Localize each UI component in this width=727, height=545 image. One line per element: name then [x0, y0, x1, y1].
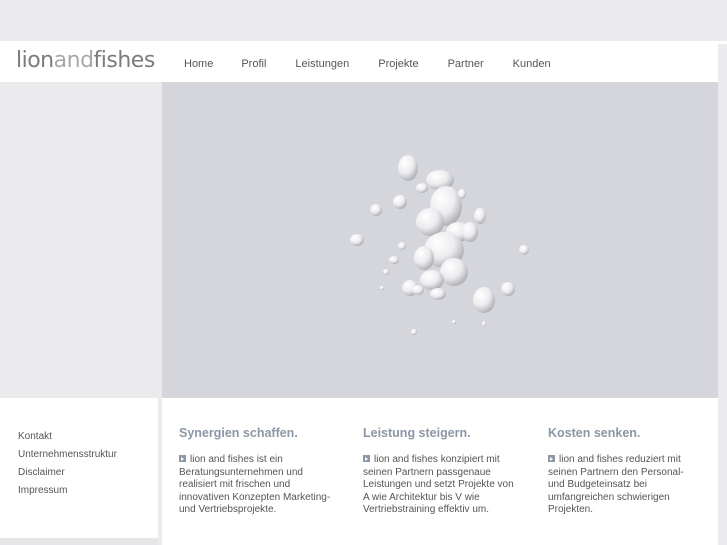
brand-logo[interactable]: lionandfishes: [16, 48, 155, 73]
nav-item-projekte[interactable]: Projekte: [378, 44, 418, 70]
footer-link-impressum[interactable]: Impressum: [18, 482, 117, 500]
nav-item-home[interactable]: Home: [184, 44, 213, 70]
column-title: Leistung steigern.: [363, 426, 471, 440]
column-kosten: Kosten senken. lion and fishes reduziert…: [548, 426, 703, 517]
nav-item-partner[interactable]: Partner: [448, 44, 484, 70]
arrow-bullet-icon: [363, 455, 370, 462]
nav-list: Home Profil Leistungen Projekte Partner …: [162, 44, 718, 70]
column-text: lion and fishes ist ein Beratungsunterne…: [179, 454, 331, 515]
top-band: [0, 0, 727, 41]
column-text-wrapper: lion and fishes ist ein Beratungsunterne…: [179, 454, 334, 517]
nav-item-profil[interactable]: Profil: [241, 44, 266, 70]
column-title: Synergien schaffen.: [179, 426, 298, 440]
content-columns: Synergien schaffen. lion and fishes ist …: [162, 398, 718, 545]
column-leistung: Leistung steigern. lion and fishes konzi…: [363, 426, 518, 517]
footer-link-disclaimer[interactable]: Disclaimer: [18, 464, 117, 482]
right-margin: [718, 44, 727, 545]
main-nav: Home Profil Leistungen Projekte Partner …: [162, 44, 718, 82]
nav-item-kunden[interactable]: Kunden: [513, 44, 551, 70]
arrow-bullet-icon: [179, 455, 186, 462]
nav-item-leistungen[interactable]: Leistungen: [295, 44, 349, 70]
column-title: Kosten senken.: [548, 426, 641, 440]
footer-link-unternehmensstruktur[interactable]: Unternehmensstruktur: [18, 446, 117, 464]
arrow-bullet-icon: [548, 455, 555, 462]
column-text: lion and fishes reduziert mit seinen Par…: [548, 454, 684, 515]
left-panel: [0, 82, 162, 398]
logo-word-fishes: fishes: [93, 48, 156, 73]
column-synergien: Synergien schaffen. lion and fishes ist …: [179, 426, 334, 517]
column-text: lion and fishes konzipiert mit seinen Pa…: [363, 454, 514, 515]
hero-image: [162, 82, 718, 398]
footer-link-kontakt[interactable]: Kontakt: [18, 428, 117, 446]
logo-word-lion: lion: [16, 48, 54, 73]
footer-left-bar: [0, 538, 158, 545]
droplets-sculpture-image: [350, 155, 529, 335]
logo-word-and: and: [53, 48, 94, 73]
column-text-wrapper: lion and fishes reduziert mit seinen Par…: [548, 454, 703, 517]
logo-area: lionandfishes: [0, 44, 162, 82]
column-text-wrapper: lion and fishes konzipiert mit seinen Pa…: [363, 454, 518, 517]
footer-links: Kontakt Unternehmensstruktur Disclaimer …: [18, 428, 117, 500]
footer-links-panel: Kontakt Unternehmensstruktur Disclaimer …: [0, 398, 158, 545]
